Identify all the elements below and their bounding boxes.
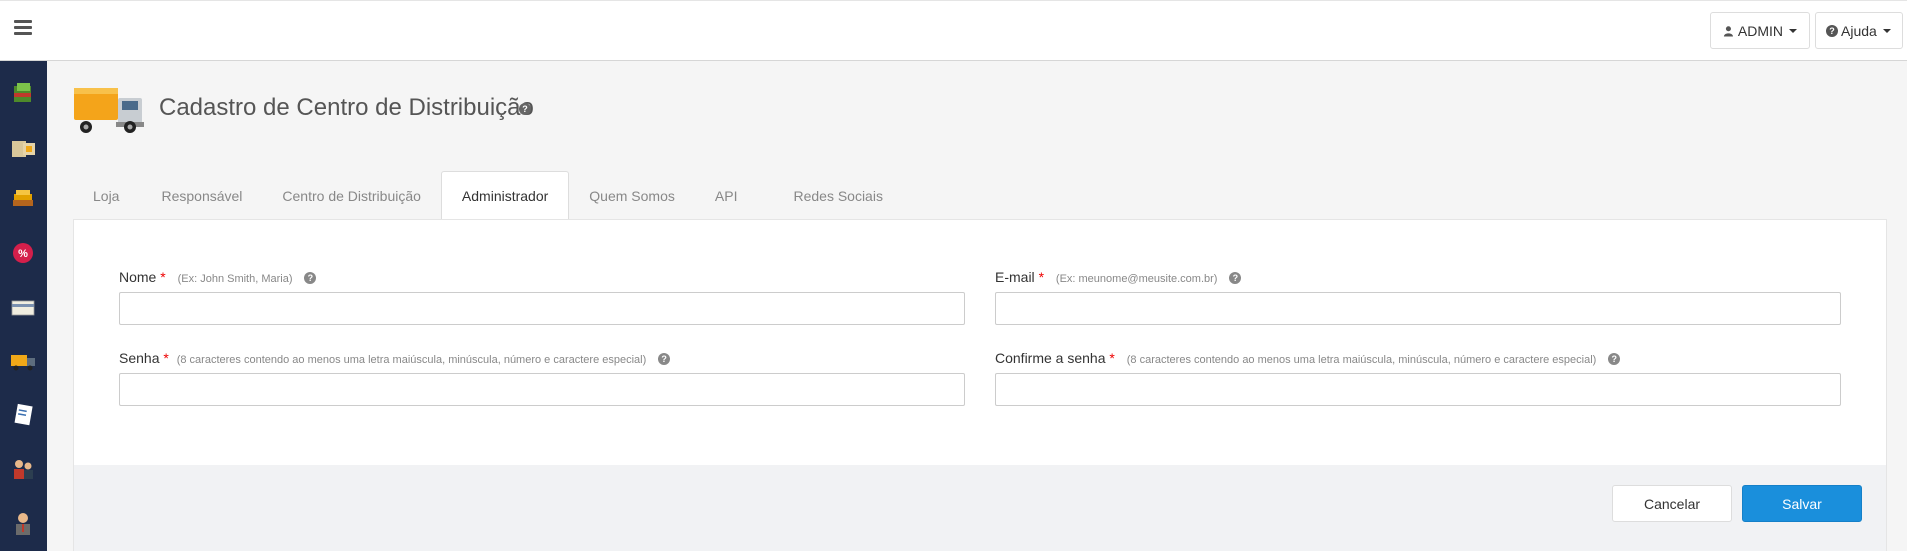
sidebar: %	[0, 61, 47, 551]
chevron-down-icon	[1789, 28, 1797, 33]
senha-input[interactable]	[119, 373, 965, 406]
sidebar-item-customers[interactable]	[9, 455, 37, 483]
page-title: Cadastro de Centro de Distribuição	[159, 94, 534, 121]
email-label: E-mail * (Ex: meunome@meusite.com.br) ?	[995, 269, 1242, 285]
question-icon: ?	[1826, 24, 1838, 37]
senha-label-text: Senha	[119, 350, 160, 366]
tab-responsavel[interactable]: Responsável	[139, 171, 262, 220]
question-icon[interactable]: ?	[1229, 272, 1242, 285]
sidebar-item-stock[interactable]	[9, 185, 37, 213]
required-marker: *	[1038, 269, 1045, 285]
confirme-senha-label: Confirme a senha * (8 caracteres contend…	[995, 350, 1621, 366]
confirme-senha-input[interactable]	[995, 373, 1841, 406]
senha-label: Senha * (8 caracteres contendo ao menos …	[119, 350, 671, 366]
sidebar-item-promotions[interactable]: %	[9, 239, 37, 267]
help-menu-label: Ajuda	[1841, 22, 1877, 39]
question-icon[interactable]: ?	[1608, 353, 1621, 366]
sidebar-item-payments[interactable]	[9, 293, 37, 321]
boxes-icon	[12, 141, 35, 157]
senha-hint: (8 caracteres contendo ao menos uma letr…	[176, 354, 647, 366]
question-icon[interactable]: ?	[304, 272, 317, 285]
svg-text:%: %	[18, 248, 28, 260]
nome-label-text: Nome	[119, 269, 157, 285]
sidebar-item-users[interactable]	[9, 509, 37, 537]
save-button[interactable]: Salvar	[1742, 485, 1862, 522]
user-icon	[1723, 25, 1733, 36]
tab-api[interactable]: API	[695, 171, 758, 220]
tab-bar: Loja Responsável Centro de Distribuição …	[73, 171, 903, 220]
question-icon[interactable]: ?	[658, 353, 671, 366]
email-input[interactable]	[995, 292, 1841, 325]
sidebar-item-inventory[interactable]	[9, 133, 37, 161]
user-menu-label: ADMIN	[1737, 22, 1783, 39]
required-marker: *	[163, 350, 169, 366]
truck-icon	[74, 88, 144, 133]
top-navbar: ADMIN ? Ajuda	[0, 0, 1907, 61]
required-marker: *	[160, 269, 166, 285]
email-hint: (Ex: meunome@meusite.com.br)	[1055, 273, 1218, 285]
tab-redes-sociais[interactable]: Redes Sociais	[757, 171, 903, 220]
form-panel: Nome * (Ex: John Smith, Maria) ? E-mail …	[73, 219, 1887, 551]
required-marker: *	[1109, 350, 1115, 366]
card-icon	[11, 300, 35, 316]
sidebar-item-shipping[interactable]	[9, 347, 37, 375]
question-icon[interactable]: ?	[519, 103, 531, 115]
nome-label: Nome * (Ex: John Smith, Maria) ?	[119, 269, 317, 285]
truck-icon	[11, 355, 35, 371]
nome-input[interactable]	[119, 292, 965, 325]
person-icon	[16, 513, 30, 535]
users-icon	[14, 460, 33, 479]
cancel-button[interactable]: Cancelar	[1612, 485, 1732, 522]
user-menu-button[interactable]: ADMIN	[1710, 12, 1810, 49]
document-icon	[14, 403, 33, 426]
form-footer: Cancelar Salvar	[74, 465, 1886, 551]
package-icon	[14, 83, 31, 102]
sidebar-item-reports[interactable]	[9, 401, 37, 429]
sidebar-item-products[interactable]	[9, 79, 37, 107]
tab-centro-distribuicao[interactable]: Centro de Distribuição	[262, 171, 441, 220]
menu-icon[interactable]	[14, 20, 32, 36]
tab-administrador[interactable]: Administrador	[440, 171, 570, 220]
confirme-senha-hint: (8 caracteres contendo ao menos uma letr…	[1126, 354, 1597, 366]
help-menu-button[interactable]: ? Ajuda	[1815, 12, 1903, 49]
nome-hint: (Ex: John Smith, Maria)	[177, 273, 293, 285]
stack-icon	[13, 190, 33, 206]
chevron-down-icon	[1882, 28, 1891, 33]
percent-icon: %	[13, 243, 33, 263]
tab-loja[interactable]: Loja	[73, 171, 139, 220]
email-label-text: E-mail	[995, 269, 1035, 285]
confirme-senha-label-text: Confirme a senha	[995, 350, 1106, 366]
tab-quem-somos[interactable]: Quem Somos	[569, 171, 695, 220]
